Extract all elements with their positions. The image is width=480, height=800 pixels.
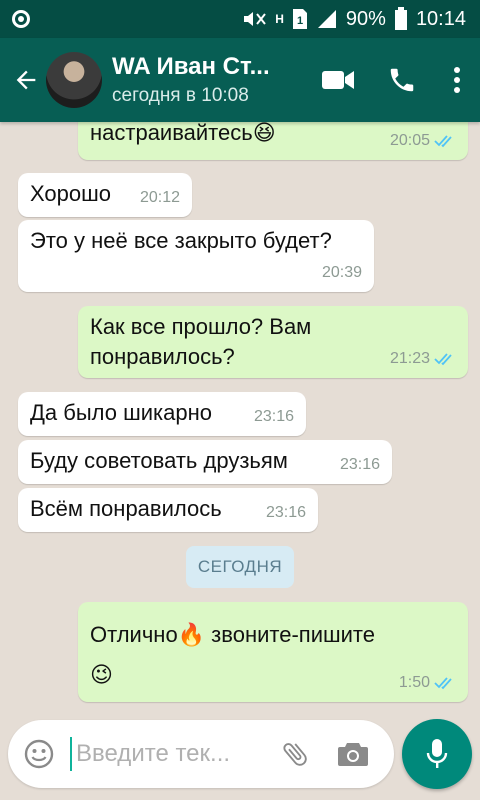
message-text: Всём понравилось <box>30 496 222 521</box>
double-check-icon <box>434 352 456 366</box>
message-time: 20:12 <box>139 189 180 206</box>
message-time: 20:39 <box>321 264 362 281</box>
back-arrow-icon <box>16 70 36 90</box>
emoji-button[interactable] <box>8 720 70 788</box>
clock: 10:14 <box>415 7 466 30</box>
message-text-line: понравилось? <box>90 344 235 369</box>
back-button[interactable] <box>4 38 48 122</box>
message-time: 1:50 <box>398 674 430 691</box>
message-time: 23:16 <box>339 456 380 473</box>
emoji-icon <box>24 739 54 769</box>
message-bubble-incoming[interactable]: Да было шикарно 23:16 <box>18 392 306 436</box>
video-call-icon <box>322 71 354 89</box>
network-type-icon: H <box>275 12 284 26</box>
contact-info[interactable]: WA Иван Ст... сегодня в 10:08 <box>112 53 306 107</box>
compose-bar <box>8 720 394 788</box>
message-time: 20:05 <box>389 132 430 149</box>
chat-title: WA Иван Ст... <box>112 53 270 80</box>
attach-button[interactable] <box>266 720 324 788</box>
double-check-icon <box>434 134 456 148</box>
camera-icon <box>338 743 368 766</box>
status-bar: H 1 90% 10:14 <box>0 0 480 38</box>
video-call-button[interactable] <box>306 38 370 122</box>
double-check-icon <box>434 676 456 690</box>
message-text: настраивайтесь😆 <box>90 122 276 145</box>
mic-icon <box>426 739 448 768</box>
message-bubble-incoming[interactable]: Это у неё все закрыто будет? 20:39 <box>18 220 374 292</box>
avatar[interactable] <box>46 52 102 108</box>
message-text: Хорошо <box>30 181 112 206</box>
message-text: Это у неё все закрыто будет? <box>30 228 332 253</box>
message-input[interactable] <box>76 740 266 768</box>
battery-percent: 90% <box>345 7 386 30</box>
last-seen: сегодня в 10:08 <box>112 85 249 106</box>
message-bubble-outgoing[interactable]: Отлично🔥 звоните-пишите 😉 1:50 <box>78 602 468 702</box>
svg-text:1: 1 <box>297 15 303 27</box>
more-options-button[interactable] <box>434 38 480 122</box>
voice-call-button[interactable] <box>370 38 434 122</box>
date-divider: СЕГОДНЯ <box>186 546 294 588</box>
message-time: 23:16 <box>265 504 306 521</box>
voice-record-button[interactable] <box>402 719 472 789</box>
message-bubble-outgoing[interactable]: Как все прошло? Вам понравилось? 21:23 <box>78 306 468 378</box>
chat-header: WA Иван Ст... сегодня в 10:08 <box>0 38 480 122</box>
message-text-line: Как все прошло? Вам <box>90 314 312 339</box>
message-text-line: Отлично🔥 звоните-пишите <box>90 622 375 647</box>
more-vert-icon <box>454 67 460 93</box>
phone-icon <box>390 68 414 92</box>
attach-icon <box>283 743 307 766</box>
message-bubble-incoming[interactable]: Всём понравилось 23:16 <box>18 488 318 532</box>
sim-icon: 1 <box>292 8 308 30</box>
battery-icon <box>394 7 408 31</box>
message-bubble-incoming[interactable]: Хорошо 20:12 <box>18 173 192 217</box>
whatsapp-notification-icon <box>10 8 32 30</box>
message-time: 21:23 <box>389 350 430 367</box>
message-bubble-incoming[interactable]: Буду советовать друзьям 23:16 <box>18 440 392 484</box>
message-list[interactable]: настраивайтесь😆 20:05 Хорошо 20:12 Это у… <box>0 122 480 712</box>
message-text: Буду советовать друзьям <box>30 448 288 473</box>
message-bubble-outgoing[interactable]: настраивайтесь😆 20:05 <box>78 122 468 160</box>
message-text: Да было шикарно <box>30 400 212 425</box>
message-text-line: 😉 <box>90 662 113 687</box>
camera-button[interactable] <box>324 720 382 788</box>
message-time: 23:16 <box>253 408 294 425</box>
mute-icon <box>241 9 267 29</box>
text-cursor <box>70 737 72 771</box>
signal-icon <box>316 8 338 30</box>
